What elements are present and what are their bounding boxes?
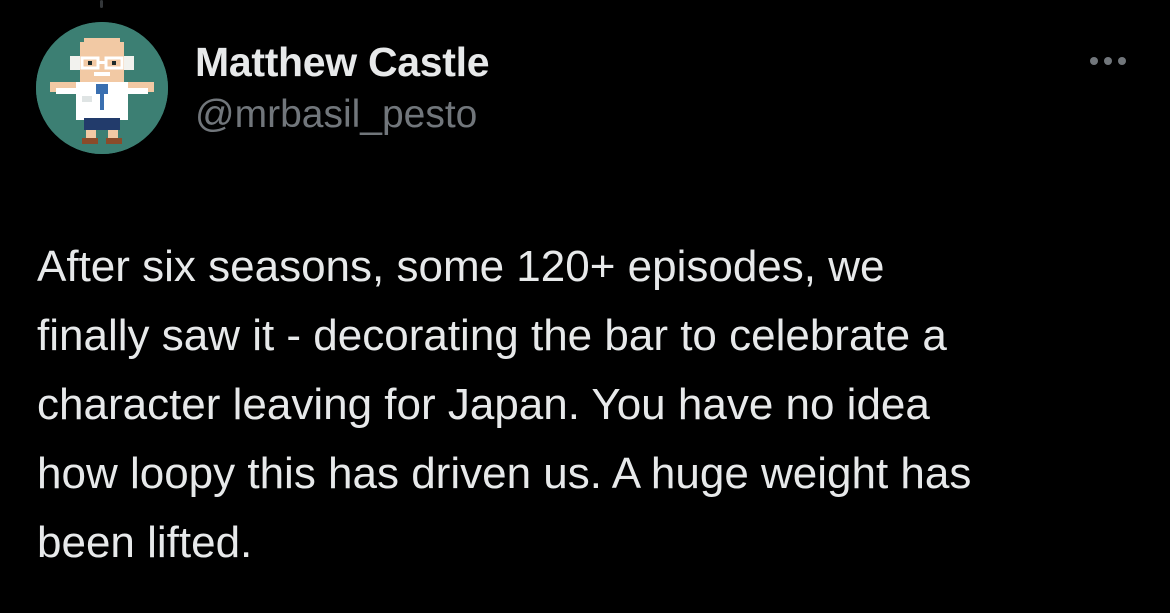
author-display-name[interactable]: Matthew Castle <box>195 38 490 86</box>
author-handle[interactable]: @mrbasil_pesto <box>195 92 477 138</box>
thread-connector-line <box>100 0 103 8</box>
avatar[interactable] <box>36 22 168 154</box>
tweet-text-line: After six seasons, some 120+ episodes, w… <box>37 242 885 291</box>
tweet-text-line: been lifted. <box>37 518 253 567</box>
tweet-text-line: how loopy this has driven us. A huge wei… <box>37 449 972 498</box>
tweet-text-line: finally saw it - decorating the bar to c… <box>37 311 947 360</box>
more-dots-icon <box>1090 57 1126 65</box>
tweet-text: After six seasons, some 120+ episodes, w… <box>37 232 1137 577</box>
more-options-button[interactable] <box>1082 46 1134 76</box>
pixel-art-scientist-avatar-icon <box>36 22 168 154</box>
tweet-text-line: character leaving for Japan. You have no… <box>37 380 930 429</box>
